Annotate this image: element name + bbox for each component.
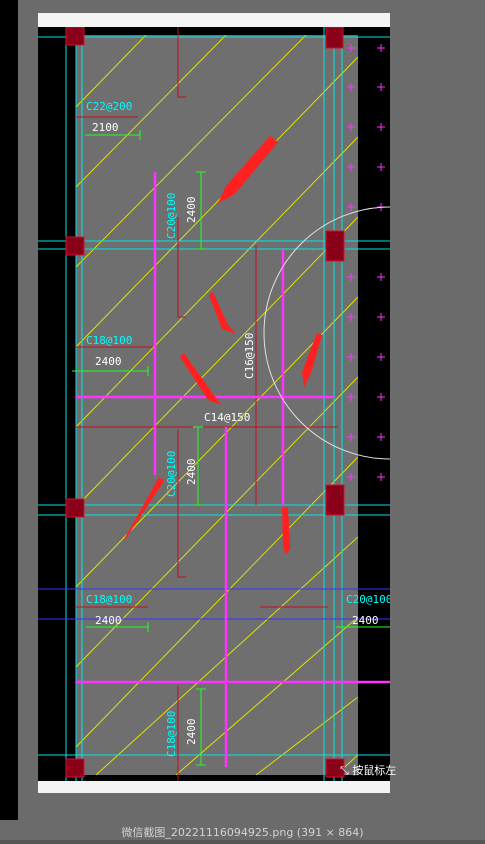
rebar-label: C16@150: [243, 333, 256, 379]
rebar-label: C22@200: [86, 100, 132, 113]
rebar-length: 2400: [185, 197, 198, 224]
rebar-label: C20@100: [165, 193, 178, 239]
cursor-hint-text: 按鼠标左: [352, 764, 397, 777]
image-caption: 微信截图_20221116094925.png (391 × 864): [121, 826, 364, 839]
rebar-label: C14@150: [204, 411, 250, 424]
rebar-length: 2400: [95, 614, 122, 627]
rebar-label: C20@100: [165, 451, 178, 497]
rebar-length: 2400: [95, 355, 122, 368]
rebar-label: C18@100: [165, 711, 178, 757]
rebar-label: C20@100: [346, 593, 390, 606]
rebar-length: 2400: [352, 614, 379, 627]
cad-drawing[interactable]: C22@200 2100 C20@100 2400 C18@100 2400 C…: [38, 27, 390, 781]
rebar-label: C18@100: [86, 334, 132, 347]
bottom-bar: [0, 840, 485, 844]
rebar-length: 2400: [185, 719, 198, 746]
slab-region: [76, 35, 358, 775]
cursor-hint: ⤡ 按鼠标左: [340, 762, 396, 778]
left-window-strip: [0, 0, 18, 820]
rebar-label: C18@100: [86, 593, 132, 606]
rebar-length: 2100: [92, 121, 119, 134]
rebar-length: 2400: [185, 459, 198, 486]
cursor-arrows-icon: ⤡: [340, 764, 349, 777]
